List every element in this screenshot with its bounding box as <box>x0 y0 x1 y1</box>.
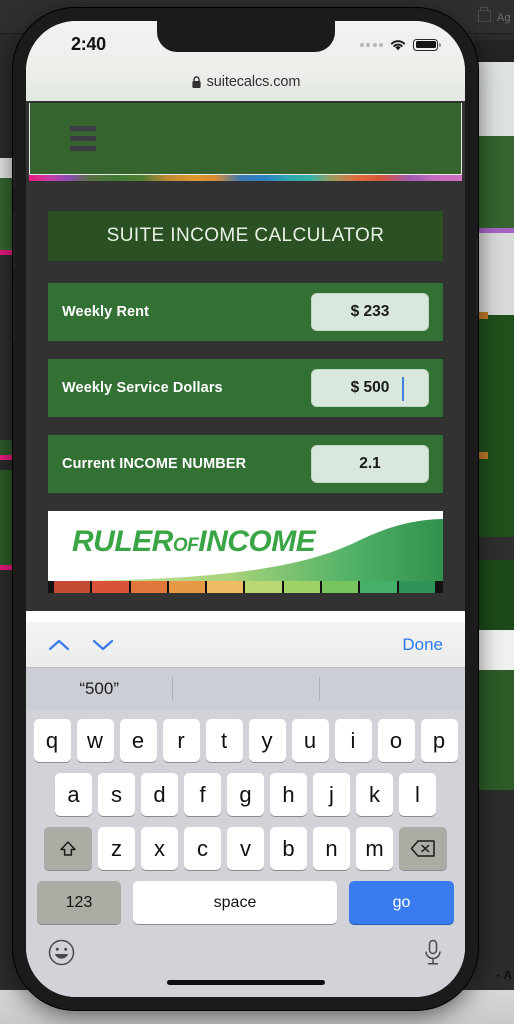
suggestion-item-3[interactable] <box>318 668 465 710</box>
key-x[interactable]: x <box>141 827 178 870</box>
phone-screen: 2:40 suitecalcs.com SUITE INCOME CALCULA… <box>26 21 465 997</box>
keyboard-row-4: 123 space go <box>29 881 462 924</box>
calc-input-current-income-number[interactable]: 2.1 <box>311 445 429 483</box>
power-button[interactable] <box>476 238 478 316</box>
phone-device-frame: 2:40 suitecalcs.com SUITE INCOME CALCULA… <box>13 8 478 1010</box>
keyboard-row-2: a s d f g h j k l <box>29 773 462 816</box>
shift-arrow-icon[interactable] <box>44 827 92 870</box>
hamburger-menu-icon[interactable] <box>70 126 96 151</box>
background-right-gray-block <box>474 233 514 315</box>
keyboard-keys: q w e r t y u i o p a s d f g h j k l z … <box>26 710 465 924</box>
key-e[interactable]: e <box>119 719 157 762</box>
key-b[interactable]: b <box>270 827 307 870</box>
chevron-down-icon[interactable] <box>92 638 114 652</box>
phone-notch <box>156 21 335 52</box>
key-numbers[interactable]: 123 <box>37 881 121 924</box>
ruler-scale-cap-right <box>436 581 443 593</box>
keyboard-toolbar: Done <box>26 622 465 668</box>
calc-input-weekly-service-dollars[interactable]: $ 500 <box>311 369 429 407</box>
microphone-icon[interactable] <box>423 939 443 967</box>
key-f[interactable]: f <box>184 773 221 816</box>
key-l[interactable]: l <box>399 773 436 816</box>
key-h[interactable]: h <box>270 773 307 816</box>
suggestion-item-2[interactable] <box>172 668 318 710</box>
chevron-up-icon[interactable] <box>48 638 70 652</box>
page-title: SUITE INCOME CALCULATOR <box>48 211 443 261</box>
keyboard-row-3: z x c v b n m <box>29 827 462 870</box>
ruler-word-of: OF <box>172 535 199 556</box>
calc-row-current-income-number: Current INCOME NUMBER 2.1 <box>48 435 443 493</box>
status-bar-indicators <box>359 38 441 51</box>
key-n[interactable]: n <box>313 827 350 870</box>
key-i[interactable]: i <box>334 719 372 762</box>
keyboard-nav-arrows <box>48 638 114 652</box>
background-toolbar-label: Ag <box>497 12 511 24</box>
key-w[interactable]: w <box>76 719 114 762</box>
calc-row-weekly-service-dollars: Weekly Service Dollars $ 500 <box>48 359 443 417</box>
emoji-smiley-icon[interactable] <box>48 939 75 966</box>
volume-up-button[interactable] <box>13 213 15 269</box>
ruler-word-income: INCOME <box>198 525 316 558</box>
key-p[interactable]: p <box>420 719 458 762</box>
ruler-of-income-banner: RULEROFINCOME <box>48 511 443 593</box>
background-right-green-block-4 <box>474 670 514 790</box>
key-m[interactable]: m <box>356 827 393 870</box>
calc-label-weekly-rent: Weekly Rent <box>62 304 150 320</box>
status-bar-clock: 2:40 <box>71 34 106 54</box>
calc-input-weekly-rent[interactable]: $ 233 <box>311 293 429 331</box>
key-c[interactable]: c <box>184 827 221 870</box>
ruler-word-ruler: RULER <box>72 525 173 558</box>
calc-label-weekly-service-dollars: Weekly Service Dollars <box>62 380 223 396</box>
lock-icon <box>191 75 202 89</box>
background-right-green-block-1 <box>474 136 514 228</box>
key-z[interactable]: z <box>98 827 135 870</box>
calc-row-weekly-rent: Weekly Rent $ 233 <box>48 283 443 341</box>
key-s[interactable]: s <box>98 773 135 816</box>
background-right-white-block-2 <box>474 630 514 670</box>
background-right-dark-block-0 <box>474 40 514 62</box>
key-space[interactable]: space <box>133 881 337 924</box>
wifi-icon <box>389 38 407 51</box>
ruler-scale-bar <box>48 581 443 593</box>
key-j[interactable]: j <box>313 773 350 816</box>
keyboard-suggestion-bar: “500” <box>26 668 465 710</box>
background-bottom-label: - A <box>496 968 512 982</box>
key-a[interactable]: a <box>55 773 92 816</box>
key-go[interactable]: go <box>349 881 454 924</box>
ruler-banner-title: RULEROFINCOME <box>48 511 443 559</box>
key-d[interactable]: d <box>141 773 178 816</box>
calculator-body: SUITE INCOME CALCULATOR Weekly Rent $ 23… <box>26 181 465 593</box>
keyboard-bottom-bar <box>26 935 465 997</box>
key-o[interactable]: o <box>377 719 415 762</box>
backspace-icon[interactable] <box>399 827 447 870</box>
background-right-dark-block-4 <box>474 790 514 1024</box>
key-t[interactable]: t <box>205 719 243 762</box>
site-header <box>29 103 462 175</box>
mute-switch[interactable] <box>13 158 15 188</box>
key-k[interactable]: k <box>356 773 393 816</box>
battery-icon <box>413 38 441 51</box>
address-bar-url: suitecalcs.com <box>206 74 301 90</box>
ios-keyboard: Done “500” q w e r t y u i o p a s d f g… <box>26 622 465 997</box>
keyboard-done-button[interactable]: Done <box>402 635 443 655</box>
key-v[interactable]: v <box>227 827 264 870</box>
key-g[interactable]: g <box>227 773 264 816</box>
webpage-content: SUITE INCOME CALCULATOR Weekly Rent $ 23… <box>26 101 465 611</box>
calc-label-current-income-number: Current INCOME NUMBER <box>62 456 247 472</box>
safari-address-bar[interactable]: suitecalcs.com <box>26 67 465 97</box>
home-indicator[interactable] <box>166 980 325 985</box>
key-y[interactable]: y <box>248 719 286 762</box>
signal-dots-icon <box>359 42 383 47</box>
key-r[interactable]: r <box>162 719 200 762</box>
keyboard-row-1: q w e r t y u i o p <box>29 719 462 762</box>
background-right-green-block-2 <box>474 315 514 537</box>
key-u[interactable]: u <box>291 719 329 762</box>
background-folder-icon <box>478 7 491 22</box>
volume-down-button[interactable] <box>13 286 15 342</box>
suggestion-item-1[interactable]: “500” <box>26 668 172 710</box>
background-right-green-block-3 <box>474 560 514 630</box>
key-q[interactable]: q <box>33 719 71 762</box>
